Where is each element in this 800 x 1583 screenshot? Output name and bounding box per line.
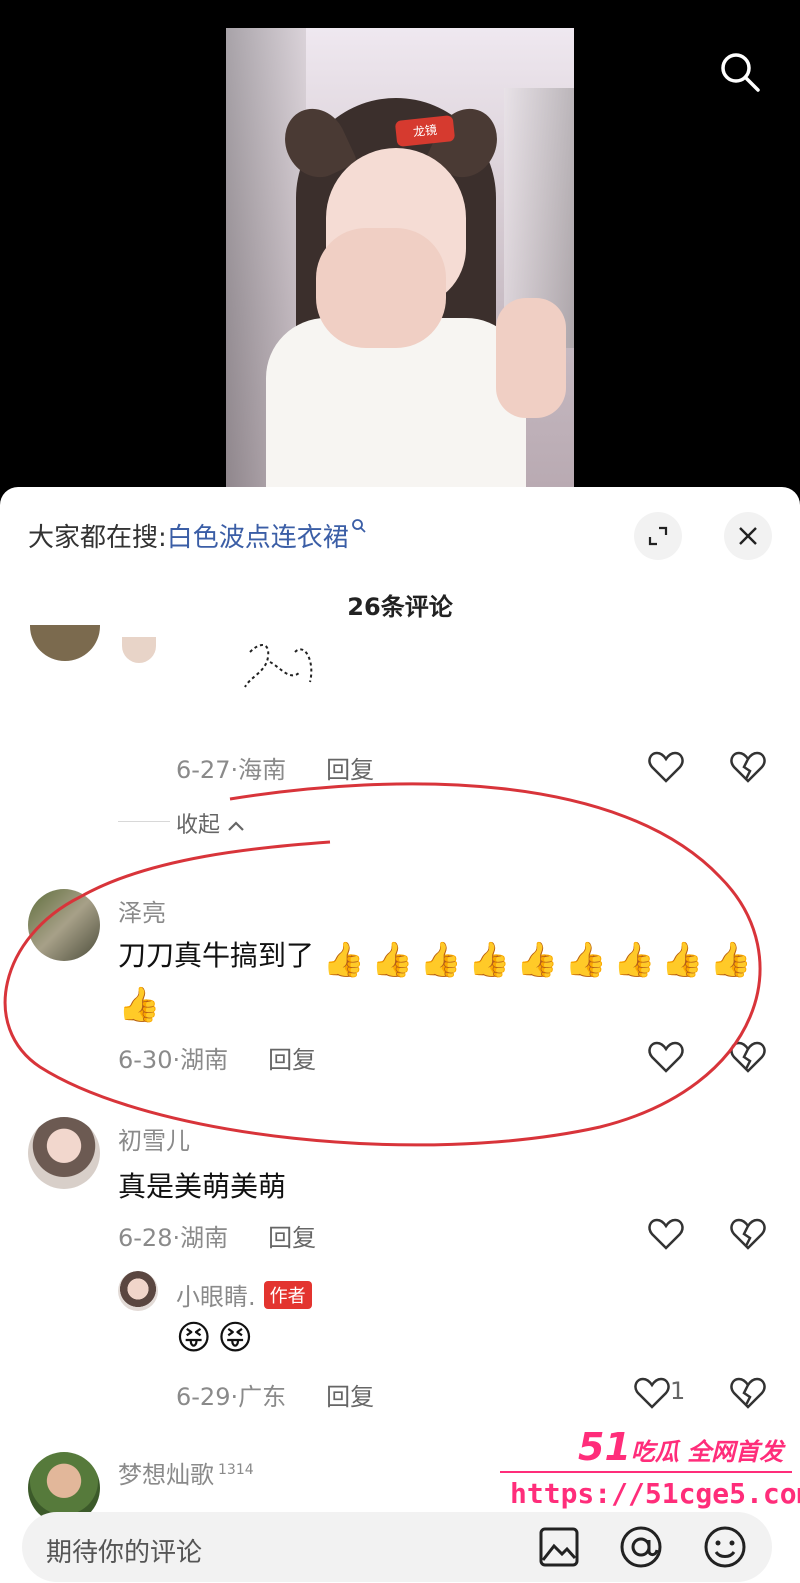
like-icon[interactable] [646,1214,686,1254]
search-icon[interactable] [718,50,762,94]
comment-text-continued: 👍 [118,984,166,1026]
thumbs-up-emoji: 👍 [419,940,462,980]
comment-username-text: 梦想灿歌 [118,1461,214,1489]
divider [118,821,170,822]
watermark-line [500,1471,792,1473]
thumbs-up-emoji: 👍 [467,940,511,980]
comment-meta: 6-27·海南 回复 [176,750,374,785]
search-suggestion-prefix: 大家都在搜: [28,523,167,553]
comment-date-location: 6-28·湖南 [118,1224,229,1252]
reply-meta: 6-29·广东 回复 [176,1377,374,1412]
dislike-icon[interactable] [728,747,768,787]
comment-text: 真是美萌美萌 [118,1170,287,1203]
expand-icon [648,526,668,546]
video-subject-hand [316,228,446,348]
tongue-out-emoji: 😝 [176,1318,212,1358]
expand-button[interactable] [634,512,682,560]
comment-meta: 6-30·湖南 回复 [118,1040,316,1075]
comment-username[interactable]: 泽亮 [118,893,166,928]
like-count: 1 [670,1377,686,1405]
close-icon [739,527,757,545]
like-icon[interactable] [646,1037,686,1077]
close-button[interactable] [724,512,772,560]
reply-button[interactable]: 回复 [326,756,374,784]
like-icon[interactable] [632,1373,672,1413]
collapse-label: 收起 [176,813,221,838]
avatar[interactable] [118,1271,158,1311]
image-icon[interactable] [534,1522,584,1572]
like-icon[interactable] [646,747,686,787]
comment-text-body: 刀刀真牛搞到了 [118,939,315,972]
avatar[interactable] [122,637,156,663]
reply-button[interactable]: 回复 [326,1383,374,1411]
thumbs-up-emoji: 👍 [661,940,704,980]
reply-username[interactable]: 小眼睛. 作者 [176,1277,312,1312]
collapse-replies-button[interactable]: 收起 [176,807,245,839]
chevron-up-icon [228,821,244,831]
watermark-tagline: 吃瓜 全网首发 [630,1438,784,1466]
watermark-brand-number: 51 [578,1425,631,1469]
thumbs-up-emoji: 👍 [516,940,559,980]
comment-count: 26条评论 [347,593,453,621]
thumbs-up-emoji: 👍 [118,985,161,1025]
sticker-image [244,644,313,688]
comment-meta: 6-28·湖南 回复 [118,1218,316,1253]
video-frame[interactable]: 龙镜 [226,28,574,498]
dislike-icon[interactable] [728,1037,768,1077]
thumbs-up-emoji: 👍 [322,940,366,980]
search-suggestion-keyword[interactable]: 白色波点连衣裙 [167,523,349,553]
username-superscript: 1314 [218,1462,254,1478]
avatar[interactable] [30,625,100,661]
dislike-icon[interactable] [728,1214,768,1254]
comment-date-location: 6-27·海南 [176,756,287,784]
video-subject-hand-2 [496,298,566,418]
thumbs-up-emoji: 👍 [709,940,753,980]
thumbs-up-emoji: 👍 [371,940,414,980]
comment-text: 刀刀真牛搞到了 👍 👍 👍 👍 👍 👍 👍 👍 👍 [118,934,758,981]
mention-icon[interactable] [616,1522,666,1572]
reply-date-location: 6-29·广东 [176,1383,287,1411]
search-suggestion[interactable]: 大家都在搜:白色波点连衣裙 [28,517,367,554]
comment-username[interactable]: 初雪儿 [118,1121,190,1156]
reply-button[interactable]: 回复 [268,1224,316,1252]
watermark-url: https://51cge5.com [510,1477,800,1510]
comment-date-location: 6-30·湖南 [118,1046,229,1074]
reply-button[interactable]: 回复 [268,1046,316,1074]
thumbs-up-emoji: 👍 [612,940,656,980]
dislike-icon[interactable] [728,1373,768,1413]
reply-username-text: 小眼睛. [176,1283,256,1311]
watermark-brand: 51吃瓜 全网首发 [578,1425,783,1469]
emoji-icon[interactable] [700,1522,750,1572]
video-player[interactable]: 龙镜 [0,0,800,500]
reply-text: 😝 😝 [176,1317,259,1359]
avatar[interactable] [28,1117,100,1189]
author-badge: 作者 [263,1281,312,1309]
watermark: 51吃瓜 全网首发 https://51cge5.com [500,1425,800,1525]
avatar[interactable] [28,889,100,961]
comment-username[interactable]: 梦想灿歌 1314 [118,1455,254,1490]
thumbs-up-emoji: 👍 [564,940,607,980]
comment-input-placeholder: 期待你的评论 [46,1538,203,1568]
small-search-icon [351,519,366,533]
comment-sheet: 大家都在搜:白色波点连衣裙 26条评论 6-27·海南 回复 收起 泽亮 刀刀真牛… [0,487,800,1583]
tongue-out-emoji: 😝 [217,1318,253,1358]
